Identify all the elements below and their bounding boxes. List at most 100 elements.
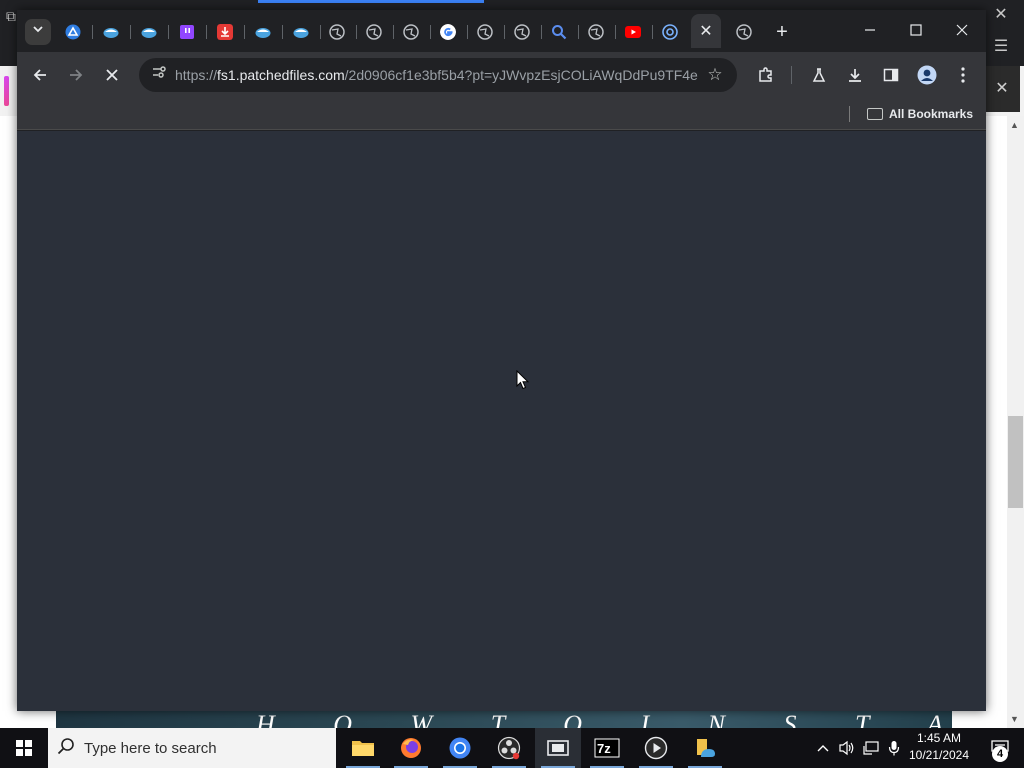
new-tab-button[interactable]: + (769, 19, 795, 45)
taskbar-search[interactable]: Type here to search (48, 728, 336, 768)
background-close-icon[interactable]: ✕ (992, 6, 1010, 24)
flask-icon (812, 68, 826, 82)
chevron-down-icon (33, 26, 43, 33)
tab-7[interactable] (284, 19, 318, 45)
bookmark-star-icon[interactable]: ☆ (703, 63, 727, 87)
browser-toolbar: https://fs1.patchedfiles.com/2d0906cf1e3… (17, 52, 986, 98)
obs-app[interactable] (486, 728, 532, 768)
tray-overflow-icon[interactable] (814, 728, 832, 768)
back-button[interactable] (25, 60, 55, 90)
file-explorer-app[interactable] (340, 728, 386, 768)
maximize-button[interactable] (893, 18, 939, 46)
site-info-icon[interactable] (147, 63, 171, 87)
tab-12[interactable] (468, 19, 502, 45)
chrome-icon (449, 737, 471, 759)
weather-app[interactable] (682, 728, 728, 768)
downloads-button[interactable] (840, 60, 870, 90)
blue-bird-icon (103, 28, 119, 38)
background-video-banner: H O W T O I N S T A L L (56, 710, 952, 728)
tab-6[interactable] (246, 19, 280, 45)
side-panel-icon (883, 68, 899, 82)
page-viewport[interactable] (17, 131, 986, 711)
tab-18[interactable] (727, 19, 761, 45)
tab-10[interactable] (394, 19, 428, 45)
red-download-icon (217, 24, 233, 40)
search-icon (552, 25, 567, 40)
7zip-app[interactable]: 7z (584, 728, 630, 768)
tab-close-icon[interactable]: ✕ (699, 21, 712, 41)
blue-bird-icon (293, 28, 309, 38)
url-host: fs1.patchedfiles.com (217, 67, 345, 83)
folder-icon (867, 108, 883, 120)
7zip-icon: 7z (594, 738, 620, 758)
profile-button[interactable] (912, 60, 942, 90)
clock-time: 1:45 AM (916, 731, 962, 745)
puzzle-icon (759, 67, 772, 82)
background-menu-icon[interactable]: ☰ (992, 38, 1010, 56)
bookmarks-bar: All Bookmarks (17, 98, 986, 130)
kebab-menu-icon (961, 67, 965, 83)
youtube-icon (625, 26, 641, 38)
forward-button[interactable] (61, 60, 91, 90)
tab-4[interactable] (170, 19, 204, 45)
network-icon[interactable] (860, 728, 882, 768)
globe-icon (366, 24, 382, 40)
tab-5[interactable] (208, 19, 242, 45)
scroll-up-icon[interactable]: ▲ (1010, 120, 1020, 130)
tab-3[interactable] (132, 19, 166, 45)
tab-search-button[interactable] (25, 19, 51, 45)
tab-14[interactable] (542, 19, 576, 45)
globe-icon (329, 24, 345, 40)
tab-16[interactable] (616, 19, 650, 45)
address-bar[interactable]: https://fs1.patchedfiles.com/2d0906cf1e3… (139, 58, 737, 92)
download-icon (849, 69, 861, 82)
menu-button[interactable] (948, 60, 978, 90)
dismiss-icon: ✕ (995, 80, 1009, 97)
stop-icon (106, 69, 118, 81)
background-dismiss-button[interactable]: ✕ (984, 66, 1020, 112)
tab-11[interactable] (431, 19, 465, 45)
tab-1[interactable] (56, 19, 90, 45)
side-panel-button[interactable] (876, 60, 906, 90)
tab-13[interactable] (505, 19, 539, 45)
minimize-button[interactable] (847, 18, 893, 46)
tab-active[interactable]: ✕ (691, 14, 721, 48)
weather-icon (697, 739, 715, 757)
film-icon (547, 740, 569, 756)
tab-strip: ✕ + (17, 10, 986, 52)
close-window-button[interactable] (939, 18, 985, 46)
edge-swirl-icon (662, 24, 678, 40)
avatar-icon (917, 65, 937, 85)
blue-bird-icon (141, 28, 157, 38)
windows-logo-icon (16, 740, 32, 756)
scrollbar-thumb[interactable] (1008, 416, 1023, 508)
url-text[interactable]: https://fs1.patchedfiles.com/2d0906cf1e3… (175, 58, 699, 92)
all-bookmarks-button[interactable]: All Bookmarks (867, 102, 973, 126)
firefox-app[interactable] (388, 728, 434, 768)
media-player-app[interactable] (633, 728, 679, 768)
blue-circle-arrow-icon (65, 24, 81, 40)
background-accent-bar (258, 0, 484, 3)
extensions-button[interactable] (751, 60, 781, 90)
start-button[interactable] (0, 728, 48, 768)
taskbar: Type here to search 7z 1:45 AM 10/21/202… (0, 728, 1024, 768)
background-scrollbar[interactable]: ▲ ▼ (1007, 116, 1024, 728)
clock-date: 10/21/2024 (908, 748, 970, 762)
system-clock[interactable]: 1:45 AM 10/21/2024 (900, 730, 978, 766)
video-editor-app[interactable] (535, 728, 581, 768)
labs-button[interactable] (804, 60, 834, 90)
scroll-down-icon[interactable]: ▼ (1010, 714, 1020, 724)
blue-bird-icon (255, 28, 271, 38)
folder-icon (352, 741, 374, 756)
volume-icon[interactable] (836, 728, 858, 768)
tab-9[interactable] (357, 19, 391, 45)
mouse-cursor-icon (516, 370, 530, 390)
stop-loading-button[interactable] (97, 60, 127, 90)
globe-icon (736, 24, 752, 40)
tab-17[interactable] (653, 19, 687, 45)
back-arrow-icon (33, 69, 46, 81)
tab-2[interactable] (94, 19, 128, 45)
tab-8[interactable] (320, 19, 354, 45)
tab-15[interactable] (579, 19, 613, 45)
chrome-app[interactable] (437, 728, 483, 768)
